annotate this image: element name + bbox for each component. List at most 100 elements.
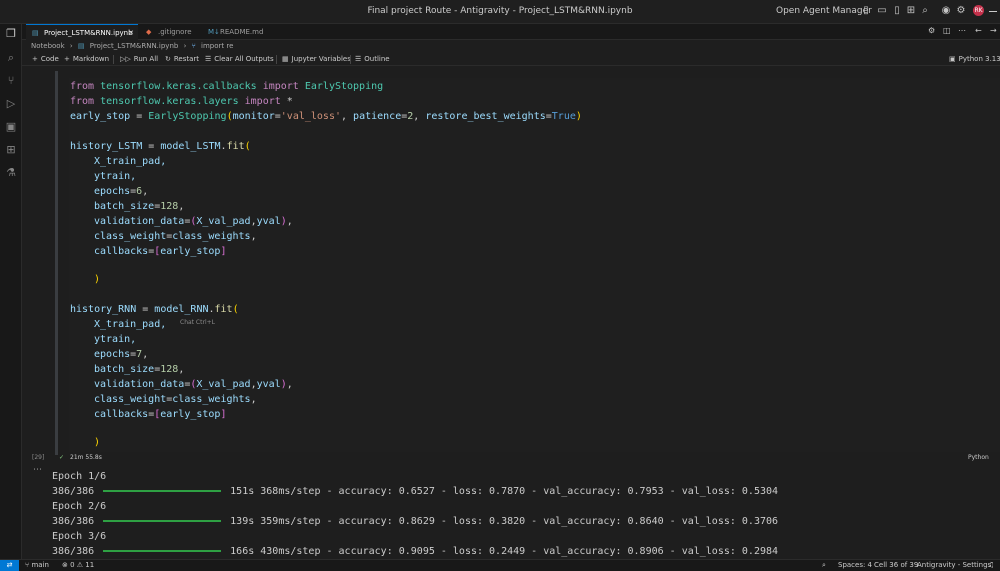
- minimize-button[interactable]: [989, 11, 997, 12]
- code-line: history_RNN = model_RNN.fit(: [70, 304, 239, 315]
- back-arrow-icon[interactable]: ←: [975, 26, 982, 35]
- code-line: from tensorflow.keras.layers import *: [70, 96, 293, 107]
- variables-icon: ▦: [282, 55, 289, 63]
- toolbar-divider: [276, 55, 277, 64]
- layout-sidebar-left-icon[interactable]: ▯: [860, 5, 872, 17]
- indentation-status[interactable]: Spaces: 4: [838, 560, 872, 571]
- cell-position-status[interactable]: Cell 36 of 39: [874, 560, 918, 571]
- tab-gitignore[interactable]: ◆ .gitignore: [140, 24, 210, 40]
- output-epoch: Epoch 3/6: [52, 531, 107, 542]
- gear-icon[interactable]: ⚙: [928, 26, 935, 35]
- remote-icon[interactable]: ⇄: [0, 560, 19, 571]
- layout-sidebar-right-icon[interactable]: ▯: [891, 5, 903, 17]
- code-line: ytrain,: [94, 171, 137, 182]
- editor-tabs: ▤ Project_LSTM&RNN.ipynb ✕ ◆ .gitignore …: [22, 24, 1000, 40]
- output-epoch: Epoch 2/6: [52, 501, 107, 512]
- title-bar: Final project Route - Antigravity - Proj…: [0, 0, 1000, 24]
- code-line: early_stop = EarlyStopping(monitor='val_…: [70, 111, 582, 122]
- forward-arrow-icon[interactable]: →: [990, 26, 997, 35]
- plus-icon: +: [64, 55, 70, 63]
- code-line: callbacks=[early_stop]: [94, 246, 227, 257]
- branch-status[interactable]: ⑂ main: [25, 560, 49, 571]
- code-line: validation_data=(X_val_pad,yval),: [94, 216, 293, 227]
- code-line: epochs=7,: [94, 349, 149, 360]
- add-markdown-cell-button[interactable]: + Markdown: [64, 52, 109, 66]
- breadcrumb-item[interactable]: Project_LSTM&RNN.ipynb: [90, 42, 179, 50]
- search-icon[interactable]: ⌕: [919, 5, 931, 17]
- more-actions-icon[interactable]: ⋯: [958, 26, 966, 35]
- zoom-icon[interactable]: ⌕: [822, 560, 826, 571]
- problems-status[interactable]: ⊗ 0 ⚠ 11: [62, 560, 94, 571]
- outline-button[interactable]: ☰ Outline: [355, 52, 390, 66]
- notebook-toolbar: + Code + Markdown ▷▷ Run All ↻ Restart ☰ Clea…: [22, 52, 1000, 66]
- code-line: X_train_pad,: [94, 156, 167, 167]
- restart-icon: ↻: [165, 55, 171, 63]
- code-line: epochs=6,: [94, 186, 149, 197]
- activity-bar: ❐ ⌕ ⑂ ▷ ▣ ⊞ ⚗: [0, 24, 22, 559]
- open-agent-manager-button[interactable]: Open Agent Manager: [776, 6, 872, 16]
- split-editor-icon[interactable]: ◫: [943, 26, 951, 35]
- git-icon: ◆: [146, 28, 152, 36]
- warning-icon: ⚠: [74, 561, 86, 569]
- search-icon[interactable]: ⌕: [5, 52, 17, 64]
- code-line: from tensorflow.keras.callbacks import E…: [70, 81, 384, 92]
- extensions-icon[interactable]: ⊞: [5, 144, 17, 156]
- code-line: ): [94, 437, 101, 448]
- cell-language[interactable]: Python: [968, 453, 989, 463]
- breadcrumb: Notebook › ▤ Project_LSTM&RNN.ipynb › ⑂ …: [22, 40, 1000, 52]
- customize-layout-icon[interactable]: ⊞: [905, 5, 917, 17]
- remote-explorer-icon[interactable]: ▣: [5, 121, 17, 133]
- code-line: X_train_pad,: [94, 319, 167, 330]
- source-control-icon[interactable]: ⑂: [5, 75, 17, 87]
- run-debug-icon[interactable]: ▷: [5, 98, 17, 110]
- chevron-right-icon: ›: [183, 42, 187, 50]
- toolbar-divider: [350, 55, 351, 64]
- breadcrumb-item[interactable]: import re: [201, 42, 233, 50]
- tab-project-notebook[interactable]: ▤ Project_LSTM&RNN.ipynb ✕: [26, 24, 138, 40]
- close-icon[interactable]: ✕: [128, 25, 134, 41]
- run-all-icon: ▷▷: [120, 55, 131, 63]
- avatar[interactable]: RK: [973, 5, 984, 16]
- explorer-icon[interactable]: ❐: [5, 28, 17, 40]
- notebook-icon: ▤: [77, 42, 85, 50]
- outline-icon: ☰: [355, 55, 362, 63]
- chrome-icon[interactable]: ◉: [940, 5, 952, 17]
- breadcrumb-item[interactable]: Notebook: [31, 42, 65, 50]
- code-line: class_weight=class_weights,: [94, 231, 257, 242]
- error-icon: ⊗: [62, 561, 71, 569]
- testing-icon[interactable]: ⚗: [5, 167, 17, 179]
- clear-all-outputs-button[interactable]: ☰ Clear All Outputs: [205, 52, 274, 66]
- settings-status[interactable]: Antigravity - Settings: [917, 560, 991, 571]
- code-line: class_weight=class_weights,: [94, 394, 257, 405]
- code-line: batch_size=128,: [94, 364, 185, 375]
- python-icon: ▣: [949, 55, 956, 63]
- tab-readme[interactable]: M↓ README.md: [202, 24, 272, 40]
- progress-bar: [103, 550, 222, 552]
- symbol-icon: ⑂: [191, 42, 196, 50]
- restart-button[interactable]: ↻ Restart: [165, 52, 199, 66]
- output-more-icon[interactable]: ⋯: [33, 465, 42, 475]
- chevron-right-icon: ›: [69, 42, 73, 50]
- clear-icon: ☰: [205, 55, 212, 63]
- notifications-icon[interactable]: ♫: [988, 560, 994, 571]
- progress-bar: [103, 490, 222, 492]
- gear-icon[interactable]: ⚙: [955, 5, 967, 17]
- code-line: batch_size=128,: [94, 201, 185, 212]
- cell-status-bar: [29] ✓ 21m 55.8s Python: [22, 453, 1000, 463]
- toolbar-divider: [113, 55, 114, 64]
- chat-hint[interactable]: Chat Ctrl+L: [180, 319, 215, 326]
- kernel-picker[interactable]: ▣Python 3.13.8: [949, 52, 1000, 66]
- output-epoch: Epoch 1/6: [52, 471, 107, 482]
- jupyter-variables-button[interactable]: ▦ Jupyter Variables: [282, 52, 351, 66]
- markdown-icon: M↓: [208, 28, 220, 36]
- status-bar: ⇄ ⑂ main ⊗ 0 ⚠ 11 ⌕ Spaces: 4 Cell 36 of…: [0, 559, 1000, 571]
- output-progress-line: 386/386 139s 359ms/step - accuracy: 0.862…: [52, 516, 779, 527]
- run-all-button[interactable]: ▷▷ Run All: [120, 52, 158, 66]
- output-progress-line: 386/386 166s 430ms/step - accuracy: 0.909…: [52, 546, 779, 557]
- add-code-cell-button[interactable]: + Code: [32, 52, 59, 66]
- code-line: validation_data=(X_val_pad,yval),: [94, 379, 293, 390]
- output-progress-line: 386/386 151s 368ms/step - accuracy: 0.652…: [52, 486, 779, 497]
- code-line: ): [94, 274, 101, 285]
- check-icon: ✓: [59, 454, 65, 461]
- layout-panel-icon[interactable]: ▭: [876, 5, 888, 17]
